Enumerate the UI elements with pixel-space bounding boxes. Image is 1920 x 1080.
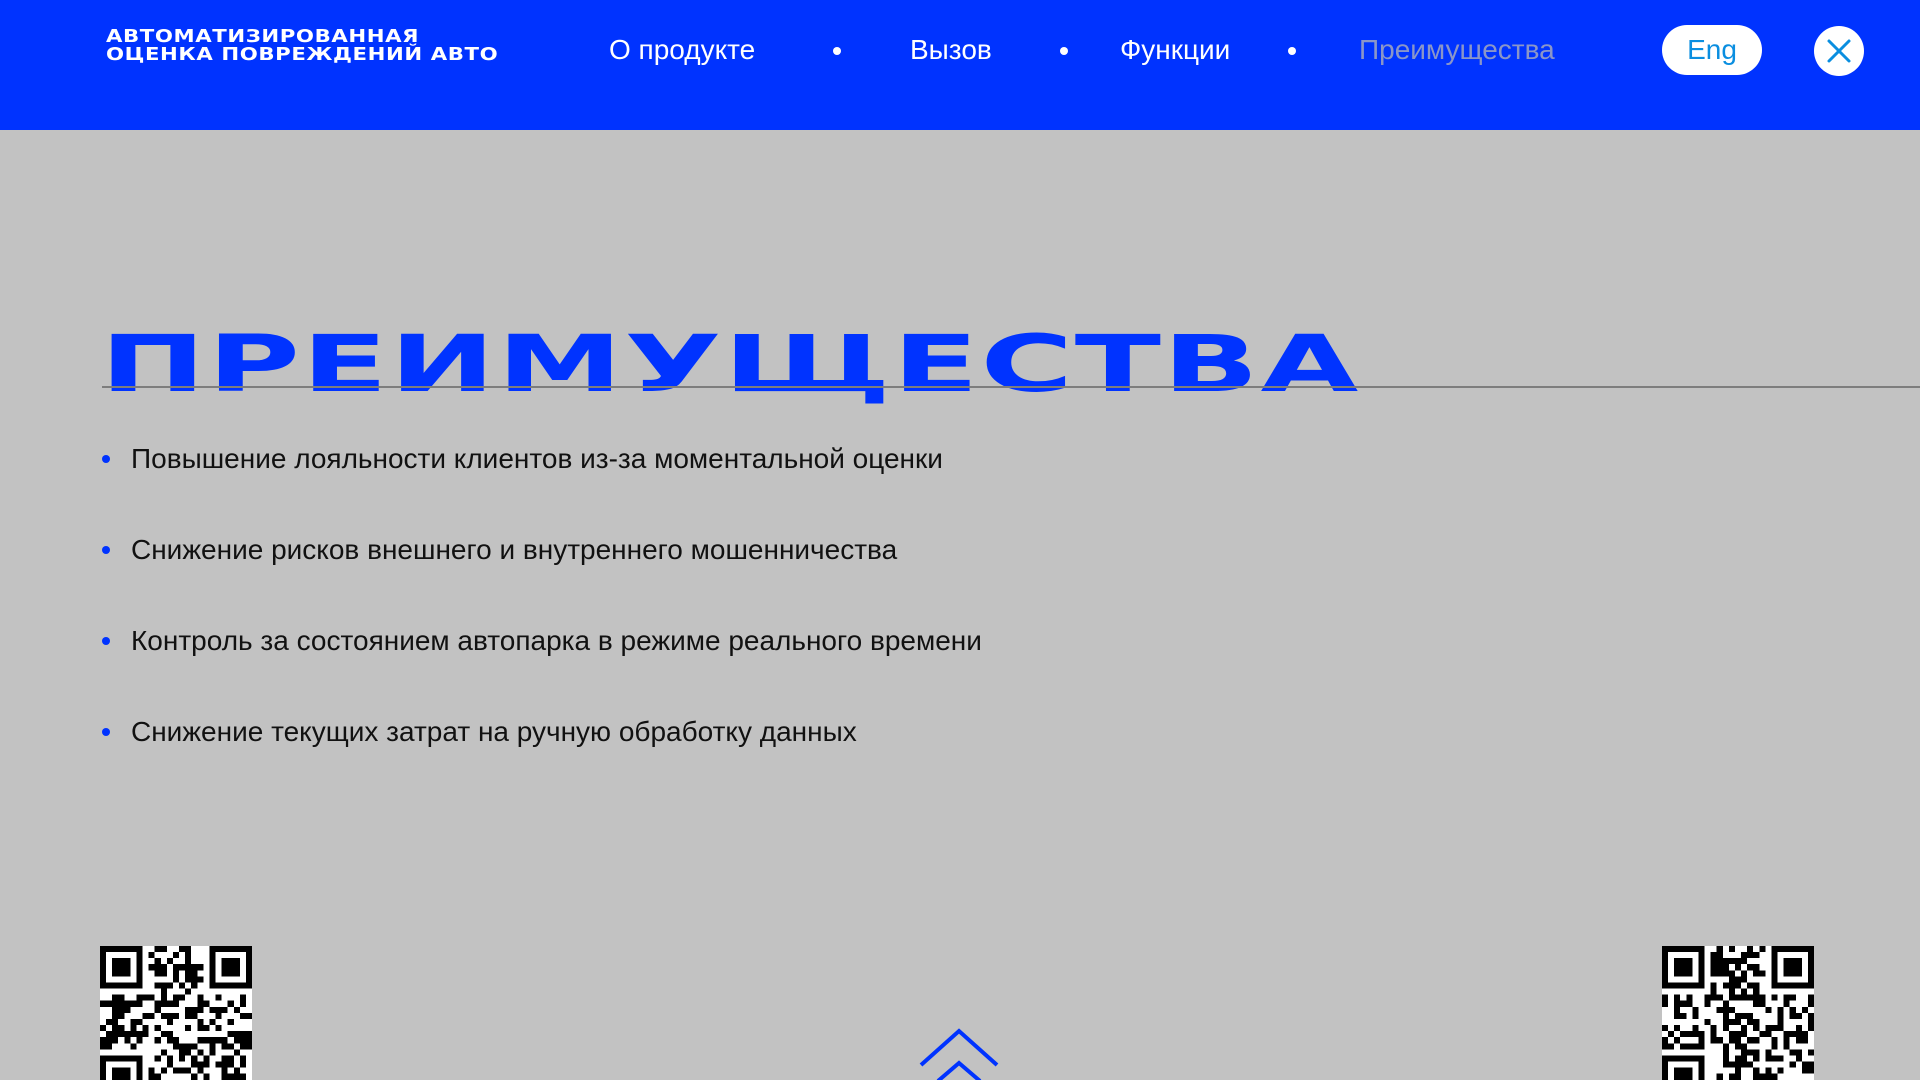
nav-separator-dot (833, 47, 841, 55)
benefit-text: Снижение текущих затрат на ручную обрабо… (131, 716, 857, 747)
close-icon (1827, 39, 1851, 63)
scroll-up-button[interactable] (918, 1026, 1000, 1080)
divider (102, 386, 1920, 388)
benefit-text: Снижение рисков внешнего и внутреннего м… (131, 534, 898, 565)
logo[interactable]: Автоматизированная оценка повреждений ав… (106, 28, 498, 64)
bullet-icon (102, 637, 110, 645)
qr-code-icon (100, 946, 252, 1080)
page: Автоматизированная оценка повреждений ав… (0, 0, 1920, 1080)
nav-item-benefits[interactable]: Преимущества (1359, 30, 1555, 70)
benefit-text: Повышение лояльности клиентов из-за моме… (131, 443, 943, 474)
benefit-text: Контроль за состоянием автопарка в режим… (131, 625, 982, 656)
close-button[interactable] (1814, 26, 1864, 76)
nav-separator-dot (1288, 47, 1296, 55)
nav-item-about[interactable]: О продукте (609, 30, 755, 70)
bullet-icon (102, 546, 110, 554)
nav-separator-dot (1060, 47, 1068, 55)
bullet-icon (102, 455, 110, 463)
header: Автоматизированная оценка повреждений ав… (0, 0, 1920, 130)
nav-item-call[interactable]: Вызов (910, 30, 992, 70)
language-button[interactable]: Eng (1662, 25, 1762, 75)
qr-code-right (1662, 946, 1814, 1080)
bullet-icon (102, 728, 110, 736)
qr-code-left (100, 946, 252, 1080)
chevron-up-icon (919, 1028, 999, 1080)
page-title: Преимущества (100, 320, 1360, 411)
logo-line-2: оценка повреждений авто (106, 44, 499, 65)
nav-item-features[interactable]: Функции (1120, 30, 1230, 70)
qr-code-icon (1662, 946, 1814, 1080)
